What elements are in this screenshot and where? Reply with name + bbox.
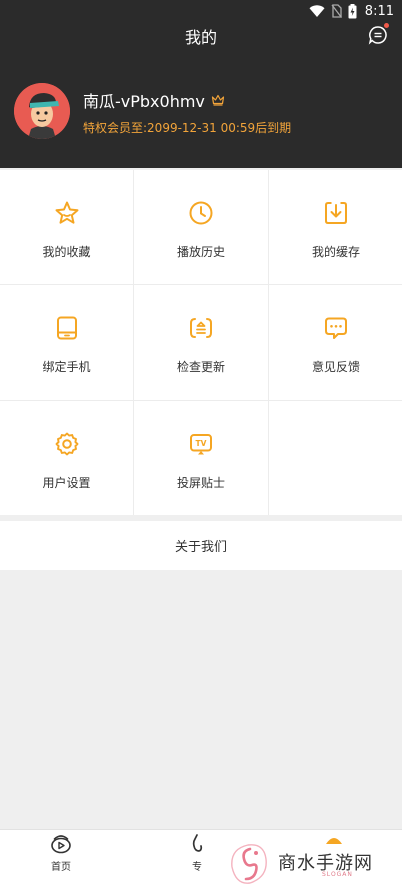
bind-phone-button[interactable]: 绑定手机 — [0, 285, 133, 400]
about-us-label: 关于我们 — [174, 540, 227, 555]
tab-home[interactable]: 首页 — [50, 834, 72, 873]
about-us-button[interactable]: 关于我们 — [0, 521, 402, 570]
check-update-label: 检查更新 — [176, 360, 225, 374]
tv-icon: TV — [190, 434, 212, 455]
star-icon — [55, 201, 78, 224]
message-button[interactable] — [368, 23, 390, 45]
cast-tips-button[interactable]: TV 投屏贴士 — [134, 401, 268, 515]
cache-label: 我的缓存 — [311, 245, 360, 259]
gear-icon — [55, 432, 78, 456]
empty-cell — [269, 401, 402, 515]
profile-header: 8:11 我的 南瓜-vPbx0hmv 特权会员至:2099-12-31 00:… — [0, 0, 402, 168]
avatar-image — [14, 83, 70, 139]
username[interactable]: 南瓜-vPbx0hmv — [83, 88, 205, 112]
svg-text:TV: TV — [196, 439, 207, 448]
status-bar: 8:11 — [309, 0, 402, 22]
play-icon — [51, 835, 71, 854]
feedback-label: 意见反馈 — [311, 360, 360, 374]
wifi-icon — [309, 4, 325, 17]
page-title: 我的 — [184, 28, 217, 47]
unread-dot — [384, 23, 389, 28]
feature-grid: 我的收藏 播放历史 我的缓存 绑定手机 检查更新 意见反馈 用户设置 TV 投屏… — [0, 170, 402, 515]
download-icon — [325, 202, 347, 224]
history-label: 播放历史 — [176, 245, 225, 259]
cast-tips-label: 投屏贴士 — [176, 476, 225, 490]
check-update-button[interactable]: 检查更新 — [134, 285, 268, 400]
topic-icon — [192, 834, 203, 852]
bind-phone-label: 绑定手机 — [42, 360, 91, 374]
chat-icon — [325, 317, 347, 339]
feedback-button[interactable]: 意见反馈 — [269, 285, 402, 400]
tablet-icon — [56, 316, 77, 340]
user-settings-button[interactable]: 用户设置 — [0, 401, 133, 515]
tab-topic[interactable]: 专 — [187, 834, 207, 873]
battery-charging-icon — [348, 3, 357, 18]
history-button[interactable]: 播放历史 — [134, 170, 268, 284]
vip-expiry-text: 特权会员至:2099-12-31 00:59后到期 — [83, 121, 292, 135]
watermark: 商水手游网 SLOGAN — [226, 835, 402, 888]
tab-home-label: 首页 — [51, 862, 71, 873]
message-icon — [368, 26, 387, 45]
watermark-logo — [231, 843, 267, 884]
update-icon — [190, 318, 212, 338]
cache-button[interactable]: 我的缓存 — [269, 170, 402, 284]
no-sim-icon — [331, 4, 342, 18]
favorites-button[interactable]: 我的收藏 — [0, 170, 133, 284]
status-time: 8:11 — [364, 3, 394, 19]
user-settings-label: 用户设置 — [42, 476, 91, 490]
tab-topic-label: 专 — [192, 862, 202, 873]
clock-icon — [189, 201, 213, 225]
avatar[interactable] — [14, 83, 70, 139]
watermark-subtext: SLOGAN — [322, 871, 353, 878]
crown-icon — [211, 94, 225, 106]
favorites-label: 我的收藏 — [42, 245, 91, 259]
